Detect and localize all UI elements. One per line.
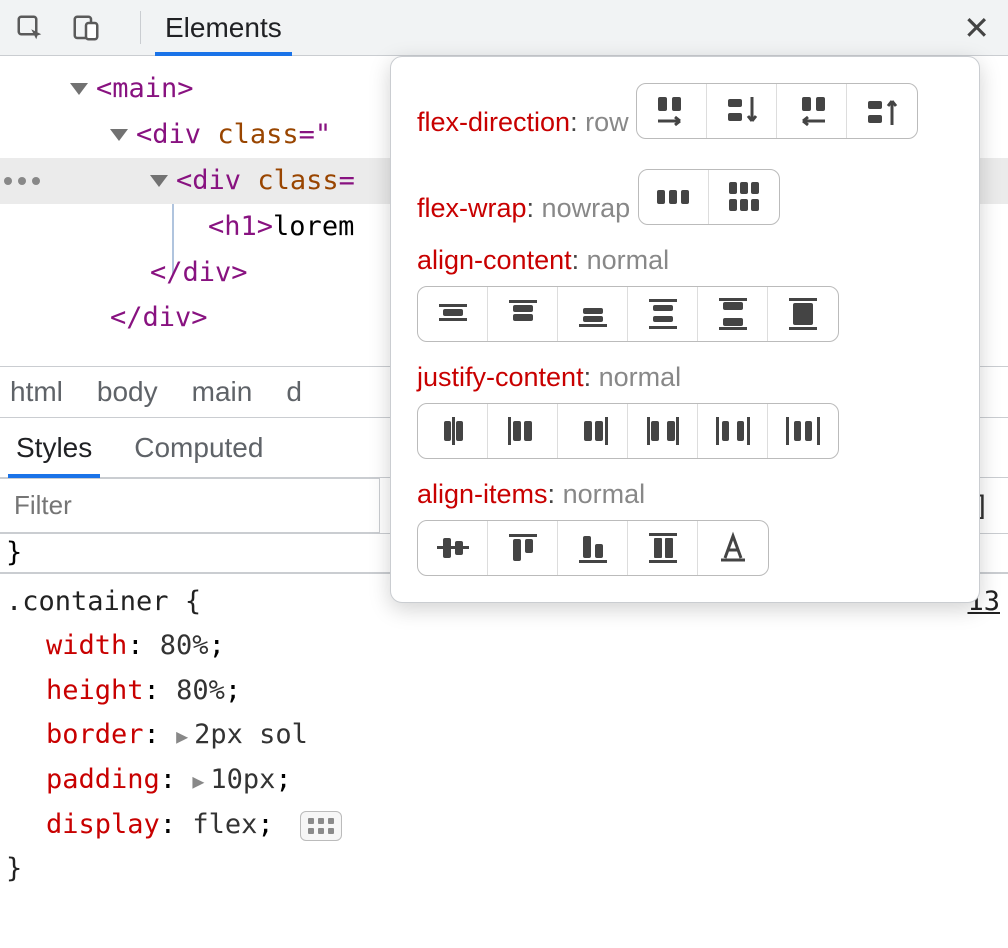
options-flex-direction bbox=[636, 83, 918, 139]
prop-value: normal bbox=[599, 362, 682, 392]
expand-triangle-icon[interactable]: ▶ bbox=[176, 724, 188, 748]
declaration-height[interactable]: height: 80%; bbox=[6, 669, 1008, 714]
dom-text: lorem bbox=[273, 211, 354, 242]
flex-direction-row-reverse-icon[interactable] bbox=[777, 84, 847, 138]
flex-direction-column-reverse-icon[interactable] bbox=[847, 84, 917, 138]
section-flex-wrap: flex-wrapnowrap bbox=[417, 159, 953, 225]
flex-wrap-nowrap-icon[interactable] bbox=[639, 170, 709, 224]
section-flex-direction: flex-directionrow bbox=[417, 73, 953, 139]
css-rule-container[interactable]: 13 .container { width: 80%; height: 80%;… bbox=[0, 573, 1008, 898]
align-content-stretch-icon[interactable] bbox=[768, 287, 838, 341]
breadcrumb-item[interactable]: html bbox=[10, 376, 63, 408]
breadcrumb-item[interactable]: body bbox=[97, 376, 158, 408]
section-align-content: align-contentnormal bbox=[417, 245, 953, 342]
align-items-center-icon[interactable] bbox=[418, 521, 488, 575]
section-justify-content: justify-contentnormal bbox=[417, 362, 953, 459]
prop-value: normal bbox=[563, 479, 646, 509]
flex-editor-popover: flex-directionrow bbox=[390, 56, 980, 603]
options-align-items bbox=[417, 520, 769, 576]
tab-elements[interactable]: Elements bbox=[161, 0, 286, 55]
caret-down-icon[interactable] bbox=[70, 83, 88, 95]
breadcrumb-item[interactable]: main bbox=[192, 376, 253, 408]
justify-content-center-icon[interactable] bbox=[418, 404, 488, 458]
options-justify-content bbox=[417, 403, 839, 459]
inspect-icon[interactable] bbox=[8, 6, 52, 50]
css-selector[interactable]: .container bbox=[6, 586, 169, 617]
align-items-baseline-icon[interactable] bbox=[698, 521, 768, 575]
align-content-center-icon[interactable] bbox=[418, 287, 488, 341]
justify-content-space-evenly-icon[interactable] bbox=[768, 404, 838, 458]
declaration-padding[interactable]: padding: ▶10px; bbox=[6, 758, 1008, 803]
toolbar-separator bbox=[140, 11, 141, 44]
align-content-space-around-icon[interactable] bbox=[628, 287, 698, 341]
align-content-end-icon[interactable] bbox=[558, 287, 628, 341]
options-flex-wrap bbox=[638, 169, 780, 225]
prop-value: row bbox=[585, 107, 629, 137]
breadcrumb-item[interactable]: d bbox=[286, 376, 302, 408]
flex-direction-row-icon[interactable] bbox=[637, 84, 707, 138]
declaration-border[interactable]: border: ▶2px sol bbox=[6, 713, 1008, 758]
justify-content-start-icon[interactable] bbox=[488, 404, 558, 458]
prop-label: align-items bbox=[417, 479, 563, 509]
prop-label: flex-direction bbox=[417, 107, 585, 137]
align-items-stretch-icon[interactable] bbox=[628, 521, 698, 575]
justify-content-end-icon[interactable] bbox=[558, 404, 628, 458]
prop-value: normal bbox=[587, 245, 670, 275]
tab-computed[interactable]: Computed bbox=[134, 418, 263, 477]
caret-down-icon[interactable] bbox=[150, 175, 168, 187]
close-icon[interactable]: ✕ bbox=[953, 9, 1000, 47]
align-items-start-icon[interactable] bbox=[488, 521, 558, 575]
open-flex-editor-icon[interactable] bbox=[300, 811, 342, 841]
align-content-start-icon[interactable] bbox=[488, 287, 558, 341]
caret-down-icon[interactable] bbox=[110, 129, 128, 141]
tab-styles[interactable]: Styles bbox=[16, 418, 92, 477]
prop-label: align-content bbox=[417, 245, 587, 275]
options-align-content bbox=[417, 286, 839, 342]
align-content-space-between-icon[interactable] bbox=[698, 287, 768, 341]
align-items-end-icon[interactable] bbox=[558, 521, 628, 575]
section-align-items: align-itemsnormal bbox=[417, 479, 953, 576]
devtools-toolbar: Elements ✕ bbox=[0, 0, 1008, 56]
prop-label: justify-content bbox=[417, 362, 599, 392]
flex-direction-column-icon[interactable] bbox=[707, 84, 777, 138]
device-toggle-icon[interactable] bbox=[64, 6, 108, 50]
prop-label: flex-wrap bbox=[417, 193, 542, 223]
justify-content-space-around-icon[interactable] bbox=[698, 404, 768, 458]
justify-content-space-between-icon[interactable] bbox=[628, 404, 698, 458]
filter-input[interactable] bbox=[0, 478, 380, 533]
prop-value: nowrap bbox=[542, 193, 631, 223]
declaration-width[interactable]: width: 80%; bbox=[6, 624, 1008, 669]
declaration-display[interactable]: display: flex; bbox=[6, 803, 1008, 848]
expand-triangle-icon[interactable]: ▶ bbox=[192, 769, 204, 793]
flex-wrap-wrap-icon[interactable] bbox=[709, 170, 779, 224]
